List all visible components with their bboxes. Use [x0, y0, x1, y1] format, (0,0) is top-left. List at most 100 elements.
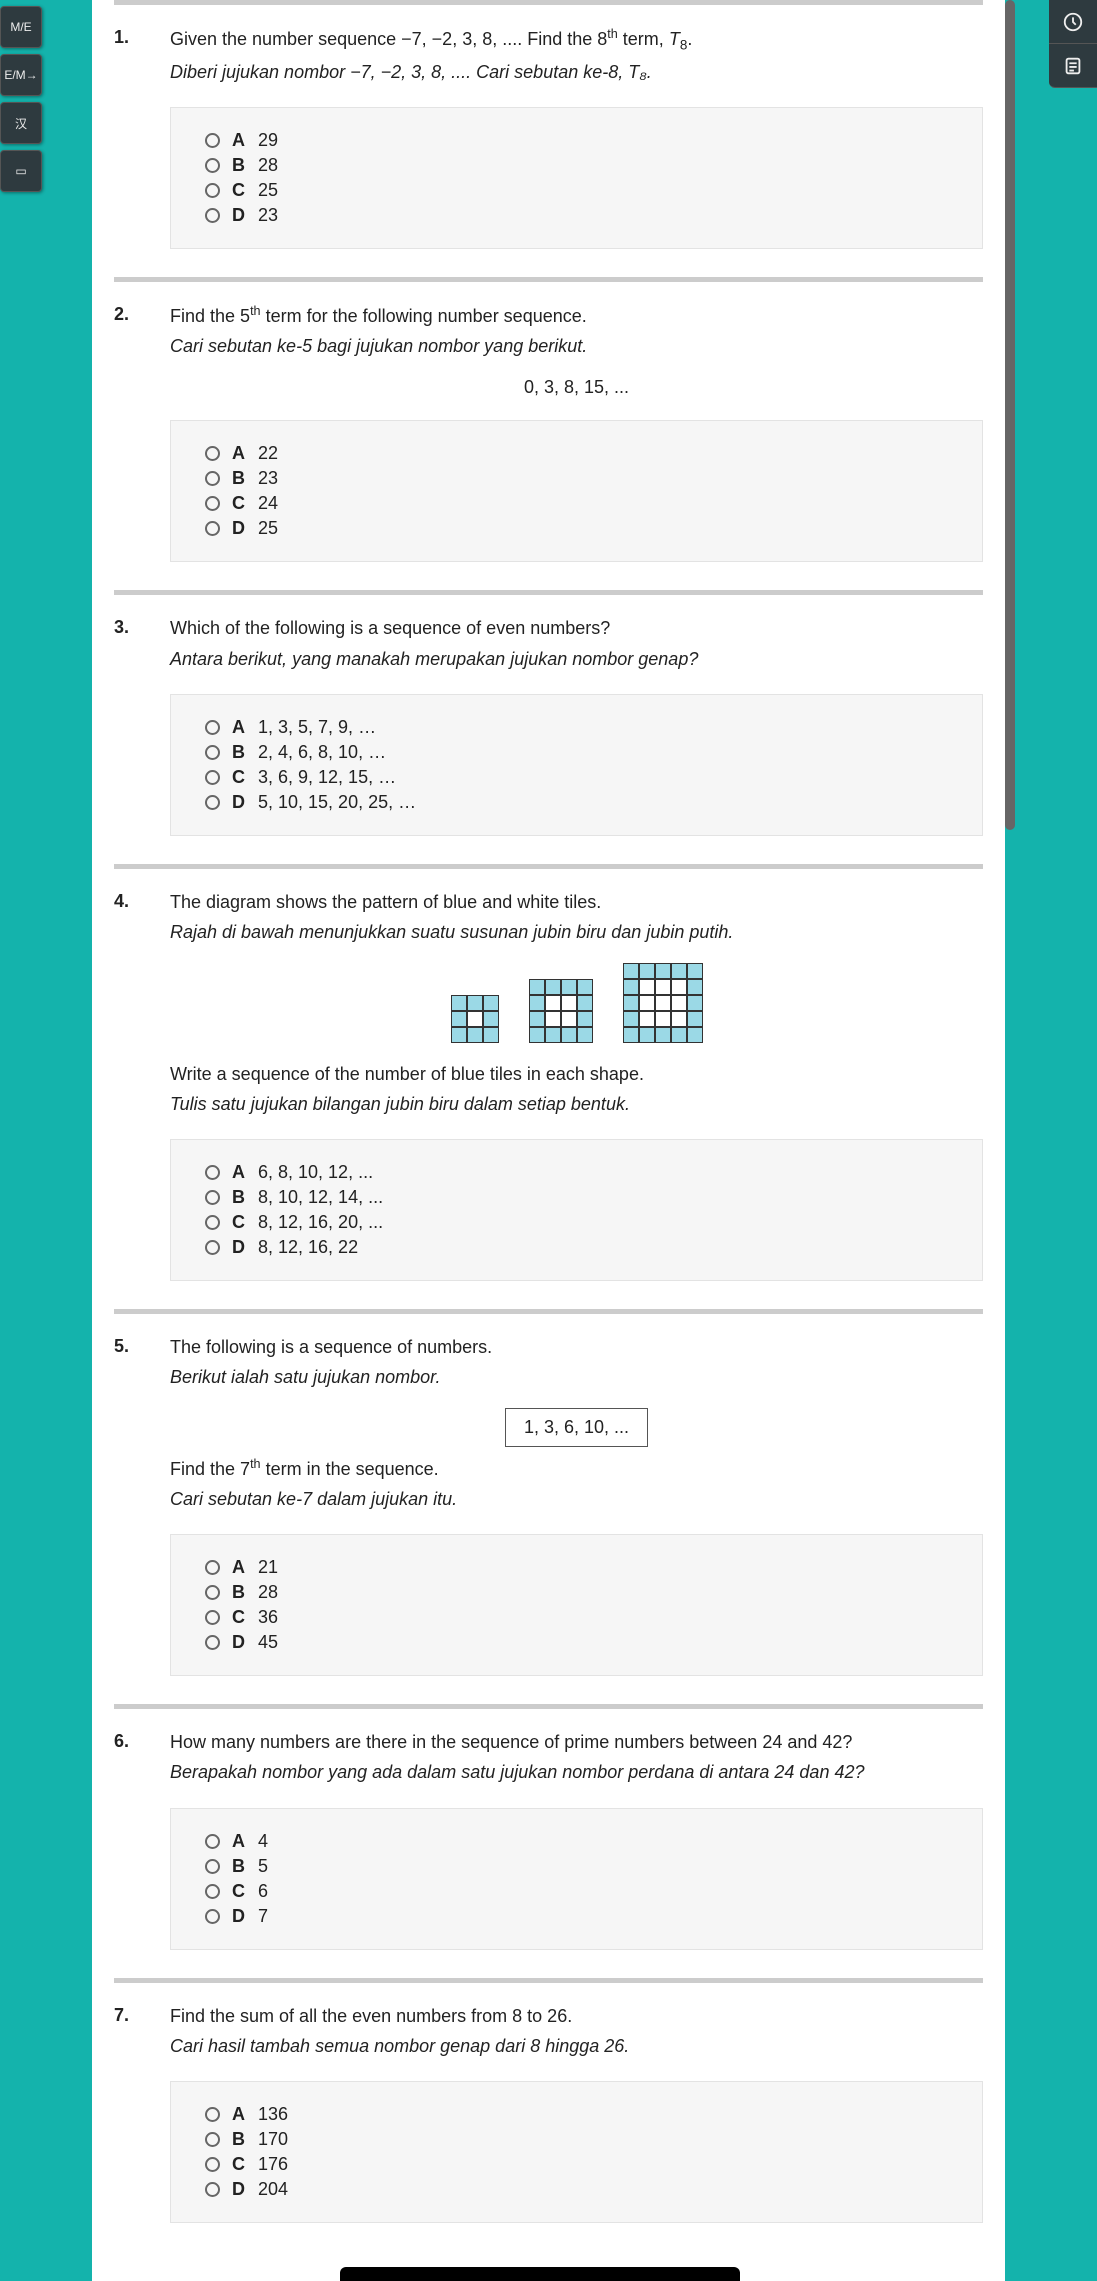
question-7: 7. Find the sum of all the even numbers …	[114, 1978, 983, 2251]
radio-icon	[205, 1585, 220, 1600]
timer-tab[interactable]	[1049, 0, 1097, 44]
option-c[interactable]: C6	[205, 1881, 948, 1902]
option-d[interactable]: D5, 10, 15, 20, 25, …	[205, 792, 948, 813]
question-number: 7.	[114, 2003, 170, 2223]
option-b[interactable]: B8, 10, 12, 14, ...	[205, 1187, 948, 1208]
option-c[interactable]: C24	[205, 493, 948, 514]
radio-icon	[205, 1240, 220, 1255]
question-3: 3. Which of the following is a sequence …	[114, 590, 983, 863]
right-sidebar	[1049, 0, 1097, 88]
question-text-en-2: Find the 7th term in the sequence.	[170, 1455, 983, 1482]
question-4: 4. The diagram shows the pattern of blue…	[114, 864, 983, 1309]
clock-icon	[1062, 11, 1084, 33]
option-b[interactable]: B2, 4, 6, 8, 10, …	[205, 742, 948, 763]
radio-icon	[205, 2182, 220, 2197]
question-text-en: Find the 5th term for the following numb…	[170, 302, 983, 329]
question-number: 3.	[114, 615, 170, 835]
radio-icon	[205, 745, 220, 760]
answer-options: A21 B28 C36 D45	[170, 1534, 983, 1676]
question-1: 1. Given the number sequence −7, −2, 3, …	[114, 0, 983, 277]
radio-icon	[205, 2107, 220, 2122]
radio-icon	[205, 720, 220, 735]
radio-icon	[205, 795, 220, 810]
option-c[interactable]: C36	[205, 1607, 948, 1628]
option-d[interactable]: D25	[205, 518, 948, 539]
question-number: 6.	[114, 1729, 170, 1949]
radio-icon	[205, 496, 220, 511]
option-b[interactable]: B23	[205, 468, 948, 489]
question-text-en: Find the sum of all the even numbers fro…	[170, 2003, 983, 2029]
left-sidebar: M/E E/M→ 汉 ▭	[0, 6, 42, 192]
question-paper: 1. Given the number sequence −7, −2, 3, …	[92, 0, 1005, 2281]
radio-icon	[205, 158, 220, 173]
question-text-ms: Cari sebutan ke-5 bagi jujukan nombor ya…	[170, 333, 983, 359]
question-6: 6. How many numbers are there in the seq…	[114, 1704, 983, 1977]
question-text-ms: Diberi jujukan nombor −7, −2, 3, 8, ....…	[170, 59, 983, 85]
fullscreen-tab[interactable]: ▭	[0, 150, 42, 192]
lang-toggle-tab[interactable]: M/E	[0, 6, 42, 48]
question-text-ms: Berapakah nombor yang ada dalam satu juj…	[170, 1759, 983, 1785]
answer-options: A29 B28 C25 D23	[170, 107, 983, 249]
radio-icon	[205, 1635, 220, 1650]
option-d[interactable]: D204	[205, 2179, 948, 2200]
question-text-ms: Cari hasil tambah semua nombor genap dar…	[170, 2033, 983, 2059]
radio-icon	[205, 1165, 220, 1180]
answer-options: A6, 8, 10, 12, ... B8, 10, 12, 14, ... C…	[170, 1139, 983, 1281]
option-a[interactable]: A4	[205, 1831, 948, 1852]
radio-icon	[205, 208, 220, 223]
option-b[interactable]: B170	[205, 2129, 948, 2150]
chinese-tab[interactable]: 汉	[0, 102, 42, 144]
radio-icon	[205, 471, 220, 486]
option-d[interactable]: D23	[205, 205, 948, 226]
bottom-handle[interactable]	[340, 2267, 740, 2281]
radio-icon	[205, 2157, 220, 2172]
question-5: 5. The following is a sequence of number…	[114, 1309, 983, 1704]
question-text-ms-2: Tulis satu jujukan bilangan jubin biru d…	[170, 1091, 983, 1117]
radio-icon	[205, 521, 220, 536]
option-c[interactable]: C3, 6, 9, 12, 15, …	[205, 767, 948, 788]
answer-options: A136 B170 C176 D204	[170, 2081, 983, 2223]
scrollbar[interactable]	[1005, 0, 1015, 830]
option-a[interactable]: A6, 8, 10, 12, ...	[205, 1162, 948, 1183]
option-a[interactable]: A1, 3, 5, 7, 9, …	[205, 717, 948, 738]
question-text-en: The diagram shows the pattern of blue an…	[170, 889, 983, 915]
option-c[interactable]: C8, 12, 16, 20, ...	[205, 1212, 948, 1233]
radio-icon	[205, 1610, 220, 1625]
radio-icon	[205, 1834, 220, 1849]
radio-icon	[205, 1909, 220, 1924]
option-c[interactable]: C25	[205, 180, 948, 201]
question-number: 1.	[114, 25, 170, 249]
option-b[interactable]: B28	[205, 155, 948, 176]
option-d[interactable]: D8, 12, 16, 22	[205, 1237, 948, 1258]
question-text-ms: Antara berikut, yang manakah merupakan j…	[170, 646, 983, 672]
option-a[interactable]: A22	[205, 443, 948, 464]
notes-tab[interactable]	[1049, 44, 1097, 88]
question-number: 2.	[114, 302, 170, 562]
radio-icon	[205, 2132, 220, 2147]
option-d[interactable]: D7	[205, 1906, 948, 1927]
radio-icon	[205, 183, 220, 198]
radio-icon	[205, 446, 220, 461]
question-number: 5.	[114, 1334, 170, 1676]
option-c[interactable]: C176	[205, 2154, 948, 2175]
option-b[interactable]: B5	[205, 1856, 948, 1877]
question-text-en: Which of the following is a sequence of …	[170, 615, 983, 641]
option-a[interactable]: A29	[205, 130, 948, 151]
question-text-ms-2: Cari sebutan ke-7 dalam jujukan itu.	[170, 1486, 983, 1512]
question-text-en: How many numbers are there in the sequen…	[170, 1729, 983, 1755]
option-a[interactable]: A136	[205, 2104, 948, 2125]
answer-options: A22 B23 C24 D25	[170, 420, 983, 562]
answer-options: A4 B5 C6 D7	[170, 1808, 983, 1950]
option-a[interactable]: A21	[205, 1557, 948, 1578]
option-b[interactable]: B28	[205, 1582, 948, 1603]
radio-icon	[205, 133, 220, 148]
radio-icon	[205, 1859, 220, 1874]
lang-switch-tab[interactable]: E/M→	[0, 54, 42, 96]
question-text-ms: Rajah di bawah menunjukkan suatu susunan…	[170, 919, 983, 945]
option-d[interactable]: D45	[205, 1632, 948, 1653]
radio-icon	[205, 1190, 220, 1205]
radio-icon	[205, 1884, 220, 1899]
question-text-ms: Berikut ialah satu jujukan nombor.	[170, 1364, 983, 1390]
sequence-display: 0, 3, 8, 15, ...	[170, 377, 983, 398]
question-number: 4.	[114, 889, 170, 1281]
